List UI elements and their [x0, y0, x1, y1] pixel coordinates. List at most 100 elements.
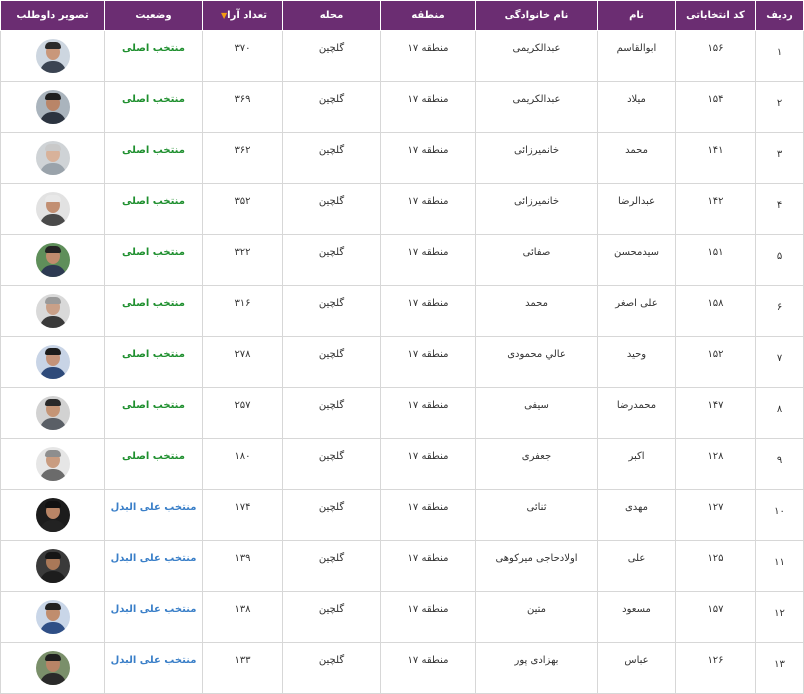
candidate-photo[interactable] — [35, 498, 70, 532]
row-number-cell: ۵ — [755, 234, 804, 286]
election-code-text: ۱۵۴ — [707, 94, 724, 105]
candidate-photo[interactable] — [35, 549, 70, 583]
last-name-cell: عبدالکریمی — [475, 30, 598, 82]
candidate-photo[interactable] — [35, 192, 70, 226]
row-number-text: ۴ — [776, 200, 783, 211]
photo-body — [39, 112, 66, 124]
photo-body — [39, 520, 66, 532]
election-code-cell: ۱۵۷ — [675, 591, 756, 643]
region-cell: منطقه ۱۷ — [380, 183, 476, 235]
region-text: منطقه ۱۷ — [407, 43, 449, 54]
header-votes-label: تعداد آرا — [227, 10, 267, 21]
header-first-name[interactable]: نام — [597, 0, 676, 31]
votes-cell: ۳۲۲ — [202, 234, 283, 286]
last-name-text: اولادحاجی میرکوهی — [495, 553, 578, 564]
header-row-number[interactable]: ردیف — [755, 0, 804, 31]
photo-cell — [0, 132, 105, 184]
candidate-photo[interactable] — [35, 141, 70, 175]
first-name-text: علی اصغر — [615, 298, 658, 309]
table-row[interactable]: ۲ ۱۵۴ میلاد عبدالکریمی منطقه ۱۷ گلچین ۳۶۹ منتخب… — [0, 81, 804, 133]
table-row[interactable]: ۶ ۱۵۸ علی اصغر محمد منطقه ۱۷ گلچین ۳۱۶ منتخب اص… — [0, 285, 804, 337]
neighborhood-cell: گلچین — [282, 132, 381, 184]
first-name-cell: عبدالرضا — [597, 183, 676, 235]
table-row[interactable]: ۳ ۱۴۱ محمد خانمیرزائی منطقه ۱۷ گلچین ۳۶۲ منتخب … — [0, 132, 804, 184]
photo-hair — [44, 144, 61, 151]
table-row[interactable]: ۱۰ ۱۲۷ مهدی ثنائی منطقه ۱۷ گلچین ۱۷۴ منتخب علی … — [0, 489, 804, 541]
status-text: منتخب علی البدل — [110, 553, 197, 564]
status-text: منتخب اصلی — [122, 43, 185, 54]
first-name-cell: میلاد — [597, 81, 676, 133]
photo-hair — [44, 297, 61, 304]
header-region[interactable]: منطقه — [380, 0, 476, 31]
status-cell: منتخب علی البدل — [104, 540, 203, 592]
neighborhood-text: گلچین — [318, 502, 345, 513]
last-name-text: ثنائی — [526, 502, 547, 513]
candidate-photo[interactable] — [35, 447, 70, 481]
votes-text: ۲۷۸ — [234, 349, 251, 360]
header-election-code[interactable]: کد انتخاباتی — [675, 0, 756, 31]
photo-body — [39, 469, 66, 481]
table-row[interactable]: ۵ ۱۵۱ سیدمحسن صفائی منطقه ۱۷ گلچین ۳۲۲ منتخب اص… — [0, 234, 804, 286]
candidate-photo[interactable] — [35, 345, 70, 379]
status-text: منتخب اصلی — [122, 145, 185, 156]
status-text: منتخب اصلی — [122, 400, 185, 411]
status-text: منتخب اصلی — [122, 349, 185, 360]
candidate-photo[interactable] — [35, 600, 70, 634]
votes-text: ۱۳۸ — [234, 604, 251, 615]
election-code-cell: ۱۵۴ — [675, 81, 756, 133]
candidate-photo[interactable] — [35, 651, 70, 685]
last-name-cell: جعفری — [475, 438, 598, 490]
table-row[interactable]: ۱۱ ۱۲۵ علی اولادحاجی میرکوهی منطقه ۱۷ گلچین ۱۳… — [0, 540, 804, 592]
election-code-text: ۱۲۶ — [707, 655, 724, 666]
election-code-text: ۱۵۱ — [707, 247, 724, 258]
region-text: منطقه ۱۷ — [407, 145, 449, 156]
votes-text: ۳۲۲ — [234, 247, 251, 258]
election-code-text: ۱۴۲ — [707, 196, 724, 207]
neighborhood-text: گلچین — [318, 604, 345, 615]
election-code-text: ۱۵۸ — [707, 298, 724, 309]
last-name-cell: اولادحاجی میرکوهی — [475, 540, 598, 592]
row-number-cell: ۱ — [755, 30, 804, 82]
first-name-text: عباس — [624, 655, 649, 666]
photo-cell — [0, 183, 105, 235]
region-cell: منطقه ۱۷ — [380, 540, 476, 592]
candidate-photo[interactable] — [35, 39, 70, 73]
photo-cell — [0, 591, 105, 643]
candidate-photo[interactable] — [35, 90, 70, 124]
candidate-photo[interactable] — [35, 396, 70, 430]
region-cell: منطقه ۱۷ — [380, 489, 476, 541]
neighborhood-text: گلچین — [318, 94, 345, 105]
status-text: منتخب علی البدل — [110, 655, 197, 666]
table-row[interactable]: ۱ ۱۵۶ ابوالقاسم عبدالکریمی منطقه ۱۷ گلچین ۳۷۰ م… — [0, 30, 804, 82]
header-votes[interactable]: تعداد آرا▼ — [202, 0, 283, 31]
table-row[interactable]: ۱۲ ۱۵۷ مسعود متین منطقه ۱۷ گلچین ۱۳۸ منتخب علی … — [0, 591, 804, 643]
table-row[interactable]: ۹ ۱۲۸ اکبر جعفری منطقه ۱۷ گلچین ۱۸۰ منتخب اصلی — [0, 438, 804, 490]
neighborhood-cell: گلچین — [282, 234, 381, 286]
neighborhood-cell: گلچین — [282, 489, 381, 541]
table-row[interactable]: ۱۳ ۱۲۶ عباس بهزادی پور منطقه ۱۷ گلچین ۱۳۳ منتخب… — [0, 642, 804, 694]
row-number-text: ۳ — [776, 149, 783, 160]
header-last-name[interactable]: نام خانوادگی — [475, 0, 598, 31]
table-row[interactable]: ۷ ۱۵۲ وحید عالي محمودی منطقه ۱۷ گلچین ۲۷۸ منتخب… — [0, 336, 804, 388]
candidate-photo[interactable] — [35, 243, 70, 277]
row-number-cell: ۱۳ — [755, 642, 804, 694]
header-photo[interactable]: تصویر داوطلب — [0, 0, 105, 31]
header-neighborhood[interactable]: محله — [282, 0, 381, 31]
neighborhood-cell: گلچین — [282, 540, 381, 592]
photo-hair — [44, 399, 61, 406]
region-cell: منطقه ۱۷ — [380, 387, 476, 439]
first-name-cell: مهدی — [597, 489, 676, 541]
table-header-row: ردیف کد انتخاباتی نام نام خانوادگی منطقه… — [0, 0, 804, 31]
first-name-text: محمد — [625, 145, 648, 156]
last-name-text: محمد — [525, 298, 548, 309]
table-row[interactable]: ۸ ۱۴۷ محمدرضا سیفی منطقه ۱۷ گلچین ۲۵۷ منتخب اصل… — [0, 387, 804, 439]
election-code-text: ۱۲۷ — [707, 502, 724, 513]
status-cell: منتخب علی البدل — [104, 642, 203, 694]
election-results-table: ردیف کد انتخاباتی نام نام خانوادگی منطقه… — [0, 0, 804, 694]
header-status[interactable]: وضعیت — [104, 0, 203, 31]
table-row[interactable]: ۴ ۱۴۲ عبدالرضا خانمیرزائی منطقه ۱۷ گلچین ۳۵۲ من… — [0, 183, 804, 235]
votes-cell: ۲۷۸ — [202, 336, 283, 388]
votes-cell: ۱۳۳ — [202, 642, 283, 694]
candidate-photo[interactable] — [35, 294, 70, 328]
election-code-text: ۱۴۱ — [707, 145, 724, 156]
